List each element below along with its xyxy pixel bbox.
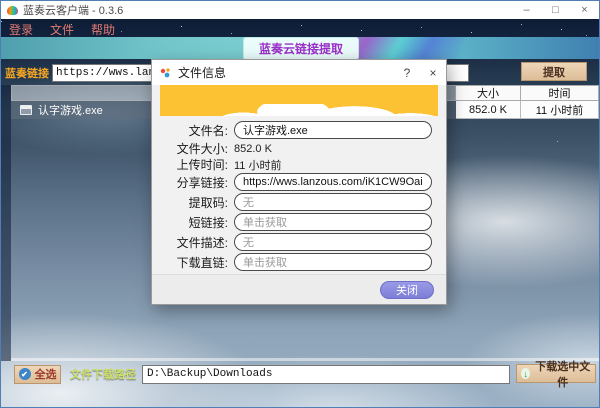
menu-bar: 登录 文件 帮助 <box>1 21 599 37</box>
bottom-bar: ✔ 全选 文件下载路径 ↓ 下载选中文件 <box>1 361 599 389</box>
close-button[interactable]: × <box>570 1 599 19</box>
left-edge-strip <box>1 85 11 361</box>
maximize-button[interactable]: □ <box>541 1 570 19</box>
directlink-input[interactable] <box>234 253 432 271</box>
link-extract-tab-button[interactable]: 蓝奏云链接提取 <box>242 37 359 59</box>
dialog-controls: ? × <box>394 60 446 85</box>
sharelink-label: 分享链接: <box>176 175 228 190</box>
filesize-label: 文件大小: <box>176 142 228 156</box>
field-row-filename: 文件名: <box>158 121 432 139</box>
field-row-password: 提取码: <box>158 193 432 211</box>
uploadtime-label: 上传时间: <box>176 158 228 172</box>
select-all-button[interactable]: ✔ 全选 <box>14 364 61 384</box>
menu-help[interactable]: 帮助 <box>91 21 115 37</box>
uploadtime-value: 11 小时前 <box>234 159 282 172</box>
menu-file[interactable]: 文件 <box>50 21 74 37</box>
app-logo-icon <box>7 5 18 15</box>
file-icon <box>20 105 32 115</box>
download-selected-button[interactable]: ↓ 下载选中文件 <box>516 361 596 389</box>
extract-button[interactable]: 提取 <box>521 62 587 81</box>
download-path-label: 文件下载路径 <box>70 369 136 381</box>
password-input[interactable] <box>234 193 432 211</box>
dialog-footer: 关闭 <box>152 274 446 304</box>
field-row-sharelink: 分享链接: <box>158 173 432 191</box>
description-input[interactable] <box>234 233 432 251</box>
dialog-help-button[interactable]: ? <box>394 60 420 85</box>
file-info-dialog: 文件信息 ? × 文件名: 文件大小: 852.0 K 上传时间: 11 小时前… <box>151 59 447 305</box>
size-column-header[interactable]: 大小 <box>456 85 521 101</box>
dialog-title: 文件信息 <box>178 66 227 80</box>
check-icon: ✔ <box>18 368 31 380</box>
app-window: 蓝奏云客户端 - 0.3.6 – □ × 登录 文件 帮助 蓝奏云链接提取 蓝奏… <box>0 0 600 408</box>
menu-login[interactable]: 登录 <box>9 21 33 37</box>
cloud-banner <box>160 85 438 116</box>
dialog-close-icon[interactable]: × <box>420 60 446 85</box>
window-controls: – □ × <box>512 1 599 19</box>
filesize-value: 852.0 K <box>234 142 272 155</box>
password-label: 提取码: <box>188 195 228 210</box>
filename-input[interactable] <box>234 121 432 139</box>
shortlink-input[interactable] <box>234 213 432 231</box>
field-row-uploadtime: 上传时间: 11 小时前 <box>158 157 432 172</box>
download-path-input[interactable] <box>142 364 510 384</box>
select-all-label: 全选 <box>34 369 57 381</box>
title-bar: 蓝奏云客户端 - 0.3.6 – □ × <box>1 1 599 19</box>
directlink-label: 下载直链: <box>176 255 228 270</box>
minimize-button[interactable]: – <box>512 1 541 19</box>
time-column-header[interactable]: 时间 <box>521 85 599 101</box>
shortlink-label: 短链接: <box>188 215 228 230</box>
filename-label: 文件名: <box>188 123 228 138</box>
field-row-filesize: 文件大小: 852.0 K <box>158 141 432 156</box>
dialog-close-button[interactable]: 关闭 <box>380 280 434 299</box>
file-name: 认字游戏.exe <box>38 105 103 117</box>
download-icon: ↓ <box>521 368 531 379</box>
dialog-form: 文件名: 文件大小: 852.0 K 上传时间: 11 小时前 分享链接: 提取… <box>152 116 446 274</box>
field-row-directlink: 下载直链: <box>158 253 432 271</box>
download-selected-label: 下载选中文件 <box>535 360 591 389</box>
list-panel-bottom-edge <box>11 358 599 361</box>
sharelink-input[interactable] <box>234 173 432 191</box>
header-band: 蓝奏云链接提取 <box>1 37 599 59</box>
window-title: 蓝奏云客户端 - 0.3.6 <box>23 5 124 17</box>
field-row-shortlink: 短链接: <box>158 213 432 231</box>
file-time-cell: 11 小时前 <box>521 101 599 119</box>
dialog-title-bar: 文件信息 ? × <box>152 60 446 85</box>
field-row-description: 文件描述: <box>158 233 432 251</box>
link-label: 蓝奏链接 <box>5 67 49 80</box>
dialog-logo-icon <box>160 67 170 77</box>
file-size-cell: 852.0 K <box>456 101 521 119</box>
description-label: 文件描述: <box>176 235 228 250</box>
